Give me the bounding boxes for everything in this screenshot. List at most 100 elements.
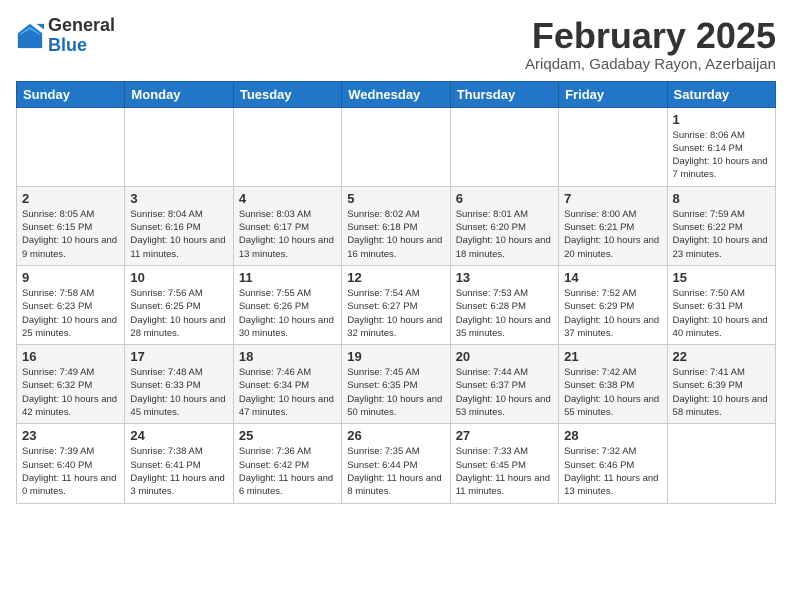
- day-number: 19: [347, 349, 444, 364]
- calendar-cell: 27 Sunrise: 7:33 AM Sunset: 6:45 PM Dayli…: [450, 424, 558, 503]
- day-number: 18: [239, 349, 336, 364]
- day-number: 2: [22, 191, 119, 206]
- logo-general: General: [48, 16, 115, 36]
- calendar-cell: 8 Sunrise: 7:59 AM Sunset: 6:22 PM Daylig…: [667, 186, 775, 265]
- day-number: 9: [22, 270, 119, 285]
- day-number: 21: [564, 349, 661, 364]
- calendar-cell: [667, 424, 775, 503]
- header-saturday: Saturday: [667, 81, 775, 107]
- calendar-cell: 13 Sunrise: 7:53 AM Sunset: 6:28 PM Dayli…: [450, 265, 558, 344]
- week-row-3: 16 Sunrise: 7:49 AM Sunset: 6:32 PM Dayli…: [17, 345, 776, 424]
- day-info: Sunrise: 7:41 AM Sunset: 6:39 PM Dayligh…: [673, 366, 770, 419]
- header-thursday: Thursday: [450, 81, 558, 107]
- day-number: 7: [564, 191, 661, 206]
- calendar-cell: 15 Sunrise: 7:50 AM Sunset: 6:31 PM Dayli…: [667, 265, 775, 344]
- day-number: 13: [456, 270, 553, 285]
- day-number: 24: [130, 428, 227, 443]
- calendar-cell: 6 Sunrise: 8:01 AM Sunset: 6:20 PM Daylig…: [450, 186, 558, 265]
- title-section: February 2025 Ariqdam, Gadabay Rayon, Az…: [525, 16, 776, 73]
- week-row-4: 23 Sunrise: 7:39 AM Sunset: 6:40 PM Dayli…: [17, 424, 776, 503]
- calendar-table: SundayMondayTuesdayWednesdayThursdayFrid…: [16, 81, 776, 504]
- calendar-cell: 21 Sunrise: 7:42 AM Sunset: 6:38 PM Dayli…: [559, 345, 667, 424]
- day-info: Sunrise: 8:04 AM Sunset: 6:16 PM Dayligh…: [130, 208, 227, 261]
- day-info: Sunrise: 7:55 AM Sunset: 6:26 PM Dayligh…: [239, 287, 336, 340]
- day-info: Sunrise: 7:42 AM Sunset: 6:38 PM Dayligh…: [564, 366, 661, 419]
- day-number: 16: [22, 349, 119, 364]
- day-number: 4: [239, 191, 336, 206]
- calendar-cell: 22Sunrise: 7:41 AM Sunset: 6:39 PM Dayli…: [667, 345, 775, 424]
- week-row-2: 9 Sunrise: 7:58 AM Sunset: 6:23 PM Daylig…: [17, 265, 776, 344]
- calendar-cell: 24 Sunrise: 7:38 AM Sunset: 6:41 PM Dayli…: [125, 424, 233, 503]
- header-tuesday: Tuesday: [233, 81, 341, 107]
- calendar-cell: 9 Sunrise: 7:58 AM Sunset: 6:23 PM Daylig…: [17, 265, 125, 344]
- day-info: Sunrise: 7:58 AM Sunset: 6:23 PM Dayligh…: [22, 287, 119, 340]
- calendar-cell: 26 Sunrise: 7:35 AM Sunset: 6:44 PM Dayli…: [342, 424, 450, 503]
- day-info: Sunrise: 7:35 AM Sunset: 6:44 PM Dayligh…: [347, 445, 444, 498]
- day-info: Sunrise: 7:59 AM Sunset: 6:22 PM Dayligh…: [673, 208, 770, 261]
- day-number: 25: [239, 428, 336, 443]
- calendar-cell: 1 Sunrise: 8:06 AM Sunset: 6:14 PM Daylig…: [667, 107, 775, 186]
- day-number: 27: [456, 428, 553, 443]
- day-info: Sunrise: 8:01 AM Sunset: 6:20 PM Dayligh…: [456, 208, 553, 261]
- day-number: 15: [673, 270, 770, 285]
- day-number: 23: [22, 428, 119, 443]
- calendar-cell: 3 Sunrise: 8:04 AM Sunset: 6:16 PM Daylig…: [125, 186, 233, 265]
- day-info: Sunrise: 7:49 AM Sunset: 6:32 PM Dayligh…: [22, 366, 119, 419]
- logo: General Blue: [16, 16, 115, 56]
- day-info: Sunrise: 8:05 AM Sunset: 6:15 PM Dayligh…: [22, 208, 119, 261]
- week-row-0: 1 Sunrise: 8:06 AM Sunset: 6:14 PM Daylig…: [17, 107, 776, 186]
- day-number: 1: [673, 112, 770, 127]
- day-info: Sunrise: 8:06 AM Sunset: 6:14 PM Dayligh…: [673, 129, 770, 182]
- calendar-cell: [125, 107, 233, 186]
- day-info: Sunrise: 7:32 AM Sunset: 6:46 PM Dayligh…: [564, 445, 661, 498]
- day-number: 5: [347, 191, 444, 206]
- day-info: Sunrise: 7:39 AM Sunset: 6:40 PM Dayligh…: [22, 445, 119, 498]
- day-info: Sunrise: 8:02 AM Sunset: 6:18 PM Dayligh…: [347, 208, 444, 261]
- calendar-cell: 18 Sunrise: 7:46 AM Sunset: 6:34 PM Dayli…: [233, 345, 341, 424]
- day-info: Sunrise: 7:53 AM Sunset: 6:28 PM Dayligh…: [456, 287, 553, 340]
- week-row-1: 2 Sunrise: 8:05 AM Sunset: 6:15 PM Daylig…: [17, 186, 776, 265]
- calendar-subtitle: Ariqdam, Gadabay Rayon, Azerbaijan: [525, 56, 776, 73]
- header-friday: Friday: [559, 81, 667, 107]
- calendar-cell: 12 Sunrise: 7:54 AM Sunset: 6:27 PM Dayli…: [342, 265, 450, 344]
- calendar-cell: 17Sunrise: 7:48 AM Sunset: 6:33 PM Dayli…: [125, 345, 233, 424]
- day-number: 3: [130, 191, 227, 206]
- calendar-cell: 7 Sunrise: 8:00 AM Sunset: 6:21 PM Daylig…: [559, 186, 667, 265]
- calendar-cell: 23 Sunrise: 7:39 AM Sunset: 6:40 PM Dayli…: [17, 424, 125, 503]
- calendar-cell: [342, 107, 450, 186]
- day-info: Sunrise: 7:56 AM Sunset: 6:25 PM Dayligh…: [130, 287, 227, 340]
- day-number: 6: [456, 191, 553, 206]
- day-info: Sunrise: 7:50 AM Sunset: 6:31 PM Dayligh…: [673, 287, 770, 340]
- day-info: Sunrise: 7:36 AM Sunset: 6:42 PM Dayligh…: [239, 445, 336, 498]
- header-sunday: Sunday: [17, 81, 125, 107]
- calendar-cell: 2 Sunrise: 8:05 AM Sunset: 6:15 PM Daylig…: [17, 186, 125, 265]
- day-number: 26: [347, 428, 444, 443]
- day-info: Sunrise: 7:46 AM Sunset: 6:34 PM Dayligh…: [239, 366, 336, 419]
- day-info: Sunrise: 7:45 AM Sunset: 6:35 PM Dayligh…: [347, 366, 444, 419]
- day-info: Sunrise: 7:33 AM Sunset: 6:45 PM Dayligh…: [456, 445, 553, 498]
- calendar-cell: [17, 107, 125, 186]
- calendar-cell: [559, 107, 667, 186]
- day-number: 10: [130, 270, 227, 285]
- calendar-cell: [450, 107, 558, 186]
- calendar-cell: [233, 107, 341, 186]
- calendar-cell: 14Sunrise: 7:52 AM Sunset: 6:29 PM Dayli…: [559, 265, 667, 344]
- day-number: 8: [673, 191, 770, 206]
- day-info: Sunrise: 8:00 AM Sunset: 6:21 PM Dayligh…: [564, 208, 661, 261]
- day-info: Sunrise: 7:52 AM Sunset: 6:29 PM Dayligh…: [564, 287, 661, 340]
- day-number: 12: [347, 270, 444, 285]
- calendar-cell: 5 Sunrise: 8:02 AM Sunset: 6:18 PM Daylig…: [342, 186, 450, 265]
- calendar-cell: 25 Sunrise: 7:36 AM Sunset: 6:42 PM Dayli…: [233, 424, 341, 503]
- header-monday: Monday: [125, 81, 233, 107]
- logo-text: General Blue: [48, 16, 115, 56]
- logo-blue: Blue: [48, 36, 115, 56]
- day-info: Sunrise: 7:38 AM Sunset: 6:41 PM Dayligh…: [130, 445, 227, 498]
- day-info: Sunrise: 7:44 AM Sunset: 6:37 PM Dayligh…: [456, 366, 553, 419]
- header-row: SundayMondayTuesdayWednesdayThursdayFrid…: [17, 81, 776, 107]
- calendar-cell: 28Sunrise: 7:32 AM Sunset: 6:46 PM Dayli…: [559, 424, 667, 503]
- day-number: 11: [239, 270, 336, 285]
- day-info: Sunrise: 7:48 AM Sunset: 6:33 PM Dayligh…: [130, 366, 227, 419]
- day-number: 20: [456, 349, 553, 364]
- day-info: Sunrise: 7:54 AM Sunset: 6:27 PM Dayligh…: [347, 287, 444, 340]
- calendar-cell: 20 Sunrise: 7:44 AM Sunset: 6:37 PM Dayli…: [450, 345, 558, 424]
